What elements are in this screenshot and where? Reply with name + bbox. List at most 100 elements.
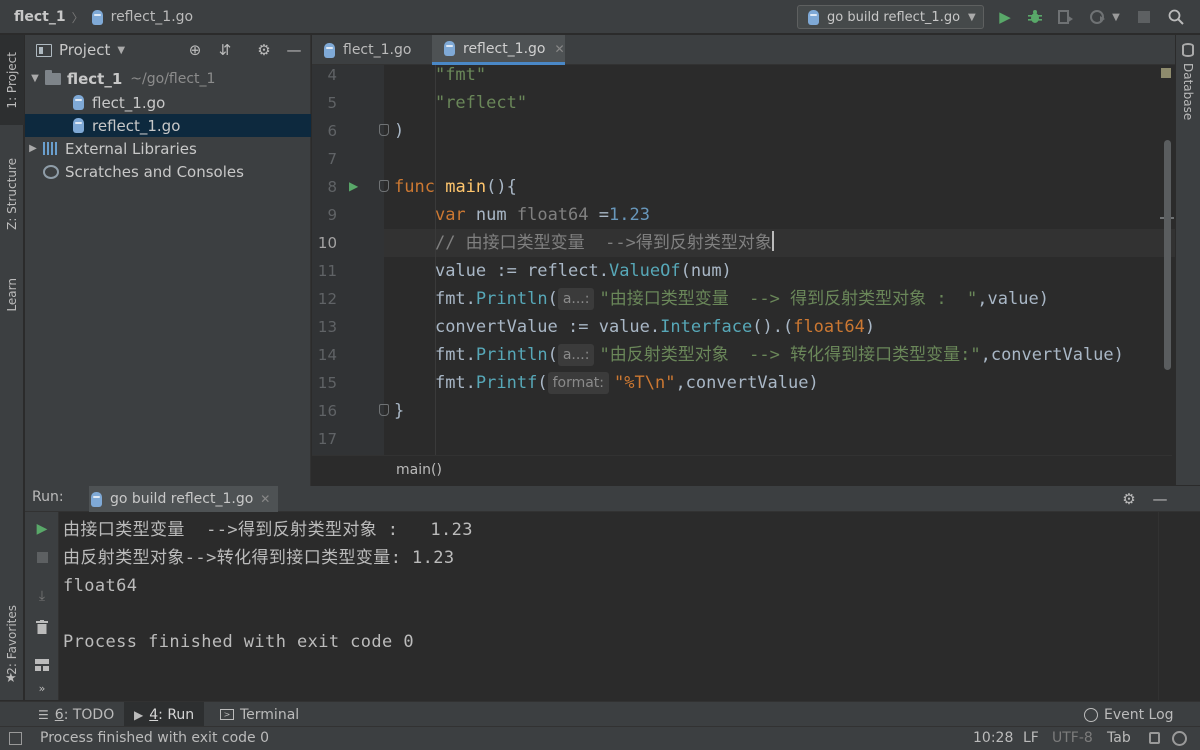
run-configuration-label: go build reflect_1.go [827, 9, 961, 25]
status-bar: Process finished with exit code 0 10:28 … [0, 726, 1200, 750]
tab-learn[interactable]: Learn [0, 260, 24, 330]
line-number: 17 [317, 430, 337, 448]
stop-icon[interactable] [32, 547, 52, 567]
run-tab-label: go build reflect_1.go [110, 491, 254, 507]
close-icon[interactable]: ✕ [260, 492, 270, 506]
tab-database[interactable]: Database [1181, 63, 1195, 120]
list-icon: ☰ [38, 707, 49, 722]
debug-icon[interactable] [1024, 6, 1046, 28]
code-editor[interactable]: 4 5 6 7 8 9 10 11 12 13 14 15 16 17 ▶ "f… [312, 65, 1200, 455]
tab-todo[interactable]: ☰ 6: TODO [30, 702, 122, 727]
tab-flect-go[interactable]: flect_1.go [312, 35, 432, 65]
tab-structure[interactable]: Z: Structure [0, 139, 24, 249]
code-type: float64 [516, 205, 589, 225]
close-icon[interactable]: ✕ [555, 42, 565, 56]
stop-icon[interactable] [1133, 6, 1155, 28]
gear-icon[interactable]: ⚙ [254, 40, 274, 60]
line-number: 10 [317, 234, 337, 252]
chevron-down-icon[interactable]: ▼ [117, 45, 125, 56]
code-text: ( [537, 373, 548, 393]
breadcrumb-project[interactable]: flect_1 [14, 9, 66, 25]
code-string: "由反射类型对象 --> 转化得到接口类型变量:" [599, 345, 981, 365]
code-text: ,value) [977, 289, 1049, 309]
project-tool-window: Project ▼ ⊕ ⇵ ⚙ — ▼ flect_1 ~/go/flect_1… [25, 35, 311, 486]
line-number: 8 [327, 178, 337, 196]
expand-arrow-icon[interactable]: ▼ [29, 73, 41, 84]
fold-marker-icon[interactable] [379, 180, 389, 192]
hide-icon[interactable]: — [1150, 489, 1170, 509]
layout-icon[interactable] [32, 655, 52, 675]
code-text: num [465, 205, 517, 225]
trash-icon[interactable] [32, 617, 52, 637]
collapse-all-icon[interactable]: ⇵ [215, 40, 235, 60]
tree-item-reflect-go[interactable]: reflect_1.go [25, 114, 311, 137]
lock-icon[interactable] [1149, 732, 1160, 744]
code-number: 1.23 [609, 205, 650, 225]
run-toolbar: ▶ ⤓ » [25, 512, 59, 700]
project-title[interactable]: Project [59, 41, 110, 59]
bottom-tool-tabs: ☰ 6: TODO ▶ 4: Run > Terminal Event Log [0, 701, 1200, 727]
fold-marker-icon[interactable] [379, 124, 389, 136]
code-text: fmt. [434, 345, 476, 365]
run-icon[interactable]: ▶ [994, 6, 1016, 28]
console-output[interactable]: 由接口类型变量 -->得到反射类型对象 : 1.23 由反射类型对象-->转化得… [63, 516, 1153, 696]
tab-favorites-label: 2: Favorites [5, 605, 19, 675]
code-string: "%T\n" [614, 373, 676, 393]
run-configuration-select[interactable]: go build reflect_1.go ▼ [797, 5, 984, 29]
line-number: 7 [327, 150, 337, 168]
scroll-to-end-icon[interactable]: ⤓ [32, 586, 52, 606]
console-line: float64 [63, 576, 138, 596]
expand-arrow-icon[interactable]: ▶ [27, 143, 39, 154]
database-icon[interactable] [1182, 43, 1194, 57]
gear-icon[interactable]: ⚙ [1119, 489, 1139, 509]
run-tab[interactable]: go build reflect_1.go ✕ [89, 486, 279, 512]
coverage-icon[interactable] [1055, 6, 1077, 28]
tab-reflect-go[interactable]: reflect_1.go ✕ [432, 35, 565, 65]
code-text: (num) [680, 261, 732, 281]
go-file-icon [444, 41, 455, 56]
code-function: main [445, 177, 487, 197]
code-text: fmt. [434, 289, 476, 309]
code-text: ) [394, 121, 405, 141]
parameter-hint: format: [547, 372, 610, 394]
tree-item-root[interactable]: ▼ flect_1 ~/go/flect_1 [25, 67, 311, 90]
file-encoding[interactable]: UTF-8 [1052, 730, 1093, 746]
code-text: } [394, 401, 405, 421]
rerun-icon[interactable]: ▶ [32, 519, 52, 539]
tab-run[interactable]: ▶ 4: Run [124, 702, 205, 727]
hide-icon[interactable]: — [284, 40, 304, 60]
locate-icon[interactable]: ⊕ [185, 40, 205, 60]
tree-item-scratches[interactable]: Scratches and Consoles [25, 160, 311, 183]
code-text: = [588, 205, 609, 225]
tree-item-flect-go[interactable]: flect_1.go [25, 91, 311, 114]
tab-label: reflect_1.go [463, 40, 546, 57]
chevron-down-icon[interactable]: ▼ [1109, 6, 1123, 28]
caret-position[interactable]: 10:28 [973, 730, 1013, 746]
line-separator[interactable]: LF [1023, 730, 1039, 746]
tool-window-toggle-icon[interactable] [9, 732, 22, 745]
breadcrumb-function[interactable]: main() [396, 462, 442, 478]
breadcrumb-file[interactable]: reflect_1.go [111, 9, 194, 25]
inspection-status-icon[interactable] [1161, 68, 1171, 78]
code-string: "由接口类型变量 --> 得到反射类型对象 : " [599, 289, 978, 309]
more-icon[interactable]: » [32, 678, 52, 698]
code-keyword: float64 [793, 317, 865, 337]
profile-icon[interactable] [1087, 6, 1109, 28]
tree-item-external-libraries[interactable]: ▶ External Libraries [25, 137, 311, 160]
editor-scrollbar[interactable] [1164, 140, 1171, 370]
console-line: 由接口类型变量 -->得到反射类型对象 : 1.23 [63, 520, 473, 540]
tab-event-log[interactable]: Event Log [1076, 702, 1182, 727]
tab-run-label: : Run [158, 706, 195, 723]
go-file-icon [73, 118, 84, 133]
tab-project[interactable]: 1: Project [0, 35, 24, 125]
code-line: "fmt" [394, 65, 486, 89]
inspector-icon[interactable] [1172, 731, 1187, 746]
tab-terminal[interactable]: > Terminal [212, 702, 307, 727]
search-icon[interactable] [1165, 6, 1187, 28]
line-number: 5 [327, 94, 337, 112]
indent-setting[interactable]: Tab [1107, 730, 1131, 746]
code-line: convertValue := value.Interface().(float… [394, 313, 875, 341]
fold-marker-icon[interactable] [379, 404, 389, 416]
run-gutter-icon[interactable]: ▶ [349, 179, 358, 193]
